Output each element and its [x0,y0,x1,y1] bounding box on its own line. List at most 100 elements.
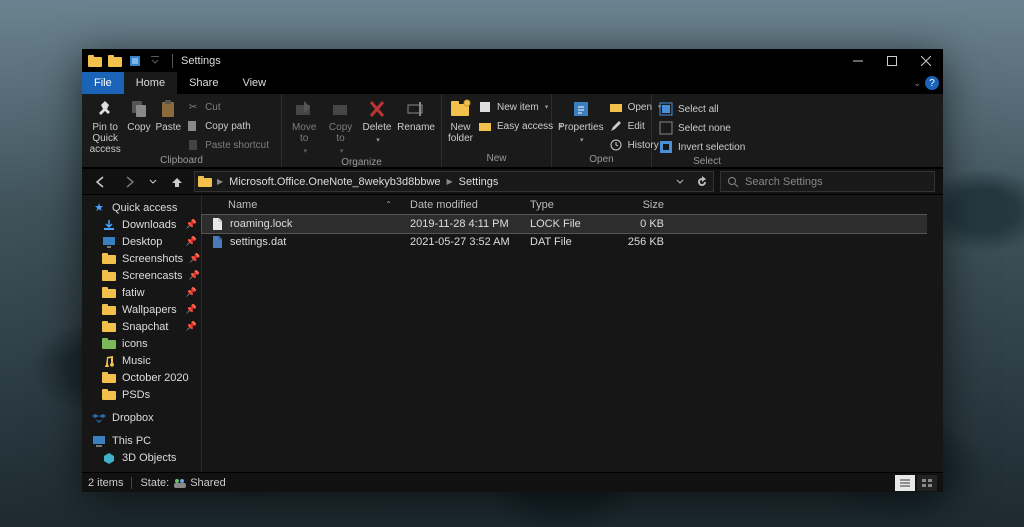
chevron-right-icon[interactable]: ▶ [445,177,455,186]
desktop-icon [102,235,116,249]
copy-button[interactable]: Copy [126,96,151,133]
rename-button[interactable]: Rename [397,96,435,133]
select-all-icon [658,101,674,117]
new-folder-icon [450,98,472,120]
sidebar-item[interactable]: Desktop📌 [82,233,201,250]
chevron-right-icon[interactable]: ▶ [215,177,225,186]
minimize-button[interactable] [841,49,875,72]
tab-home[interactable]: Home [124,72,177,94]
properties-button[interactable]: Properties▾ [558,96,604,146]
up-button[interactable] [166,171,188,193]
folder-icon [195,176,215,188]
easy-access-icon [477,118,493,134]
search-placeholder: Search Settings [745,176,823,188]
sidebar-item[interactable]: fatiw📌 [82,284,201,301]
qat-dropdown-icon[interactable] [146,52,164,70]
folder-icon [106,52,124,70]
sidebar-item[interactable]: Screenshots📌 [82,250,201,267]
file-row[interactable]: roaming.lock2019-11-28 4:11 PMLOCK File0… [202,215,927,233]
copy-to-icon [330,98,352,120]
delete-button[interactable]: Delete▾ [361,96,393,146]
sidebar-item[interactable]: October 2020 [82,369,201,386]
sidebar-item[interactable]: Snapchat📌 [82,318,201,335]
sidebar-item[interactable]: Wallpapers📌 [82,301,201,318]
copy-to-button[interactable]: Copy to▾ [324,96,356,157]
select-none-icon [658,120,674,136]
pin-icon: 📌 [189,253,200,264]
cut-button[interactable]: ✂Cut [185,98,275,116]
pin-icon: 📌 [186,236,197,247]
pin-to-quick-access-button[interactable]: Pin to Quick access [88,96,122,155]
recent-locations-button[interactable] [146,171,160,193]
folder-icon [86,52,104,70]
chevron-down-icon[interactable]: ⌄ [913,78,921,89]
dropbox-icon [92,411,106,425]
group-label: Organize [282,157,441,168]
sidebar-this-pc[interactable]: This PC [82,432,201,449]
status-state-label: State: [140,477,169,489]
status-bar: 2 items State: Shared [82,472,943,492]
help-icon[interactable]: ? [925,76,939,90]
close-button[interactable] [909,49,943,72]
sidebar-item[interactable]: PSDs [82,386,201,403]
file-row[interactable]: settings.dat2021-05-27 3:52 AMDAT File25… [202,233,927,251]
select-all-button[interactable]: Select all [658,100,751,118]
star-icon: ★ [92,201,106,215]
copy-path-button[interactable]: Copy path [185,117,275,135]
address-bar[interactable]: ▶ Microsoft.Office.OneNote_8wekyb3d8bbwe… [194,171,714,192]
navigation-pane[interactable]: ★Quick access Downloads📌Desktop📌Screensh… [82,195,202,472]
maximize-button[interactable] [875,49,909,72]
ribbon-group-organize: Move to▾ Copy to▾ Delete▾ Rename Organiz… [282,94,442,167]
address-dropdown-button[interactable] [669,171,691,192]
refresh-button[interactable] [691,171,713,192]
file-icon [210,235,224,249]
column-type[interactable]: Type [522,199,602,211]
folder-icon [102,286,116,300]
invert-selection-button[interactable]: Invert selection [658,138,751,156]
view-details-button[interactable] [895,475,915,491]
group-label: New [442,153,551,167]
column-date[interactable]: Date modified [402,199,522,211]
column-name[interactable]: Name⌃ [202,199,402,211]
move-to-button[interactable]: Move to▾ [288,96,320,157]
file-list-pane: Name⌃ Date modified Type Size roaming.lo… [202,195,927,472]
breadcrumb-parent[interactable]: Microsoft.Office.OneNote_8wekyb3d8bbwe [225,176,444,188]
search-box[interactable]: Search Settings [720,171,935,192]
move-to-icon [293,98,315,120]
tab-view[interactable]: View [230,72,278,94]
column-size[interactable]: Size [602,199,676,211]
sidebar-item[interactable]: Music [82,352,201,369]
sidebar-dropbox[interactable]: Dropbox [82,409,201,426]
sidebar-3d-objects[interactable]: 3D Objects [82,449,201,466]
pin-icon: 📌 [186,321,197,332]
ribbon: Pin to Quick access Copy Paste ✂Cut Copy… [82,94,943,168]
properties-icon[interactable] [126,52,144,70]
title-bar[interactable]: Settings [82,49,943,72]
quick-access-toolbar [82,52,168,70]
music-icon [102,354,116,368]
view-large-icons-button[interactable] [917,475,937,491]
folder-icon [102,371,116,385]
breadcrumb-current[interactable]: Settings [455,176,503,188]
forward-button[interactable] [118,171,140,193]
this-pc-icon [92,434,106,448]
sidebar-item[interactable]: icons [82,335,201,352]
tab-file[interactable]: File [82,72,124,94]
ribbon-group-clipboard: Pin to Quick access Copy Paste ✂Cut Copy… [82,94,282,167]
search-icon [721,176,745,188]
ribbon-group-open: Properties▾ Open▾ Edit History Open [552,94,652,167]
paste-shortcut-button[interactable]: Paste shortcut [185,136,275,154]
tab-share[interactable]: Share [177,72,230,94]
3d-objects-icon [102,451,116,465]
pin-icon: 📌 [186,287,197,298]
paste-button[interactable]: Paste [156,96,182,133]
window-title: Settings [177,55,221,67]
explorer-window: Settings File Home Share View ⌄ ? Pin to… [82,49,943,492]
back-button[interactable] [90,171,112,193]
folder-icon [102,303,116,317]
select-none-button[interactable]: Select none [658,119,751,137]
sidebar-quick-access[interactable]: ★Quick access [82,199,201,216]
sidebar-item[interactable]: Screencasts📌 [82,267,201,284]
new-folder-button[interactable]: New folder [448,96,473,144]
sidebar-item[interactable]: Downloads📌 [82,216,201,233]
